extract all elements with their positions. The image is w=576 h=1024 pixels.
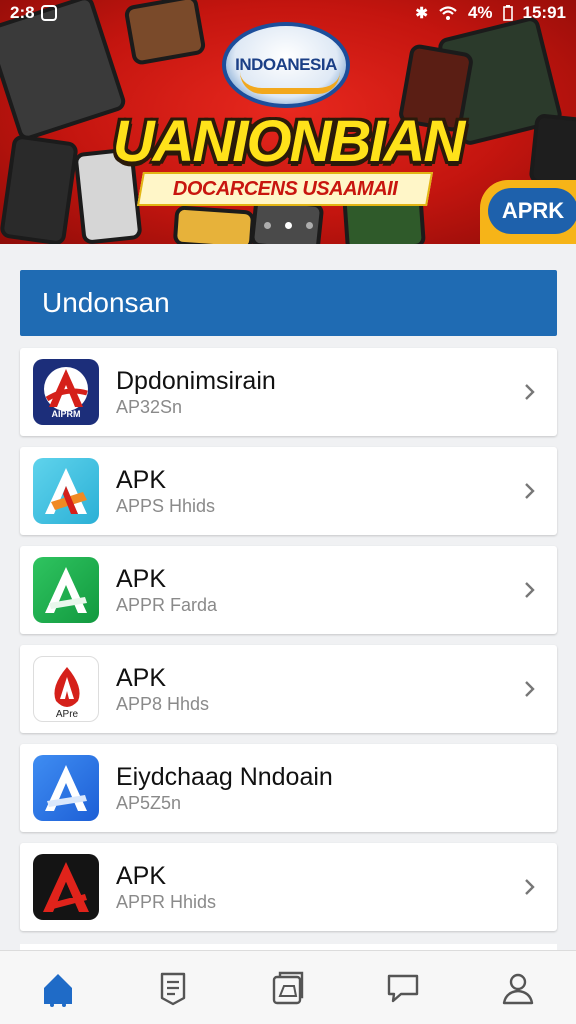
- app-text: Dpdonimsirain AP32Sn: [116, 366, 517, 418]
- nav-chat[interactable]: [373, 958, 433, 1018]
- app-icon-label: AIPRM: [52, 409, 81, 419]
- section-title: Undonsan: [42, 287, 170, 318]
- carousel-dots: [0, 222, 576, 229]
- carousel-dot-active[interactable]: [284, 222, 292, 229]
- app-subtitle: APPS Hhids: [116, 496, 216, 516]
- bluetooth-icon: ✱: [415, 5, 428, 22]
- app-title: APK: [116, 466, 167, 494]
- battery-icon: [502, 5, 513, 21]
- app-list-item[interactable]: APK APPR Hhids: [20, 843, 557, 931]
- banner-logo-text: INDOANESIA: [235, 55, 337, 74]
- a-logo-green-icon: [33, 557, 99, 623]
- a-logo-cyan-icon: [33, 458, 99, 524]
- app-subtitle: APPR Farda: [116, 595, 218, 615]
- status-clock: 15:91: [522, 3, 566, 22]
- chat-icon: [387, 974, 419, 1002]
- app-title: Eiydchaag Nndoain: [116, 763, 333, 791]
- app-text: APK APPR Hhids: [116, 861, 517, 913]
- app-icon-label: APre: [56, 709, 79, 720]
- wifi-icon: [439, 6, 457, 20]
- app-text: APK APPS Hhids: [116, 465, 517, 517]
- app-text: Eiydchaag Nndoain AP5Z5n: [116, 762, 557, 814]
- nav-home[interactable]: [28, 958, 88, 1018]
- chevron-right-icon: [525, 879, 535, 895]
- chevron-right-icon: [525, 483, 535, 499]
- status-bar: 2:8 ✱ 4% 15:91: [0, 0, 576, 26]
- app-title: APK: [116, 565, 167, 593]
- app-list-item[interactable]: Eiydchaag Nndoain AP5Z5n: [20, 744, 557, 832]
- chevron-right-icon: [525, 681, 535, 697]
- apk-badge[interactable]: APRK: [480, 180, 576, 244]
- app-text: APK APPR Farda: [116, 564, 517, 616]
- banner-subheadline: DOCARCENS USAAMAII: [172, 177, 398, 200]
- app-list-item[interactable]: APK APPS Hhids: [20, 447, 557, 535]
- nav-bookmarks[interactable]: [143, 958, 203, 1018]
- section-header: Undonsan: [20, 270, 557, 336]
- chevron-right-icon: [525, 384, 535, 400]
- app-list-item[interactable]: AIPRM Dpdonimsirain AP32Sn: [20, 348, 557, 436]
- bookmark-list-icon: [160, 972, 185, 1005]
- promo-banner[interactable]: 2:8 ✱ 4% 15:91 INDOANESIA UANIONBIAN DOC…: [0, 0, 576, 244]
- carousel-dot[interactable]: [263, 222, 271, 229]
- red-drop-logo-icon: APre: [33, 656, 99, 722]
- banner-logo: INDOANESIA: [222, 22, 350, 108]
- banner-headline: UANIONBIAN: [112, 109, 466, 174]
- app-title: APK: [116, 862, 167, 890]
- nav-documents[interactable]: [258, 958, 318, 1018]
- nav-profile[interactable]: [488, 958, 548, 1018]
- home-icon: [43, 973, 72, 1007]
- carousel-dot[interactable]: [305, 222, 313, 229]
- chevron-right-icon: [525, 582, 535, 598]
- notification-icon: [40, 5, 57, 21]
- app-subtitle: APPR Hhids: [116, 892, 217, 912]
- a-logo-blue-icon: [33, 755, 99, 821]
- app-title: Dpdonimsirain: [116, 367, 276, 395]
- status-time-left: 2:8: [10, 3, 35, 22]
- documents-icon: [272, 971, 304, 1004]
- app-text: APK APP8 Hhds: [116, 663, 517, 715]
- app-subtitle: AP32Sn: [116, 397, 183, 417]
- app-title: APK: [116, 664, 167, 692]
- bottom-nav: [0, 950, 576, 1024]
- battery-level: 4%: [467, 3, 493, 22]
- profile-icon: [503, 973, 534, 1004]
- logo-swoosh: [240, 72, 340, 94]
- app-list-item[interactable]: APre APK APP8 Hhds: [20, 645, 557, 733]
- app-subtitle: AP5Z5n: [116, 793, 182, 813]
- red-a-logo-navy-icon: AIPRM: [33, 359, 99, 425]
- red-a-logo-black-icon: [33, 854, 99, 920]
- app-list-item[interactable]: APK APPR Farda: [20, 546, 557, 634]
- banner-subheadline-box: DOCARCENS USAAMAII: [137, 172, 433, 206]
- app-subtitle: APP8 Hhds: [116, 694, 210, 714]
